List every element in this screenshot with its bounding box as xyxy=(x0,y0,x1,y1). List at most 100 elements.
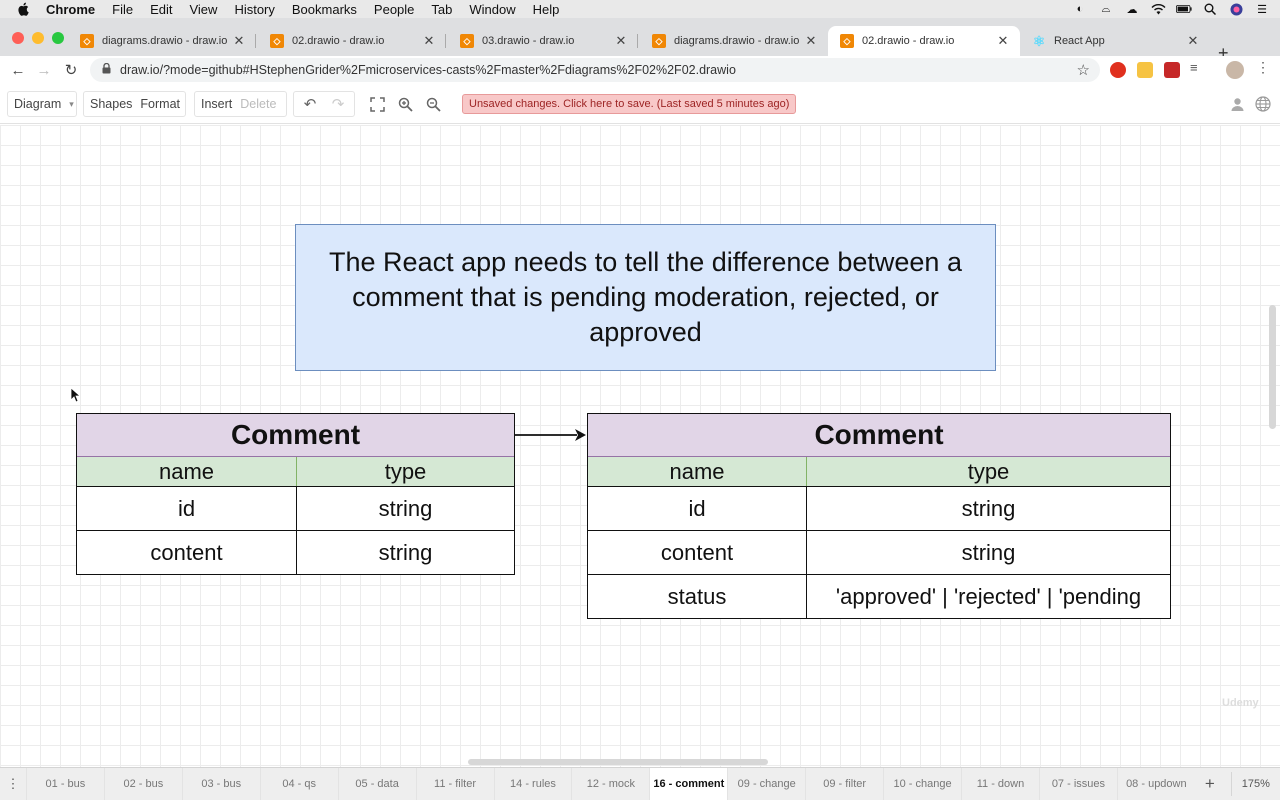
table-cell: string xyxy=(296,487,514,530)
page-tab[interactable]: 09 - change xyxy=(727,767,805,800)
fit-page-icon[interactable] xyxy=(368,95,386,113)
browser-tab[interactable]: ◇ diagrams.drawio - draw.io ✕ xyxy=(640,26,828,56)
zoom-window-button[interactable] xyxy=(52,32,64,44)
address-bar[interactable]: draw.io/?mode=github#HStephenGrider%2Fmi… xyxy=(90,58,1100,82)
url-text: draw.io/?mode=github#HStephenGrider%2Fmi… xyxy=(120,63,736,77)
header-cell: type xyxy=(296,457,514,486)
delete-button[interactable]: Delete xyxy=(240,97,276,111)
table-row: status 'approved' | 'rejected' | 'pendin… xyxy=(588,574,1170,618)
battery-icon[interactable] xyxy=(1176,3,1192,15)
glasses-icon[interactable]: ⌓ xyxy=(1098,3,1114,15)
history-group: ↶ ↷ xyxy=(293,91,355,117)
diagram-canvas[interactable]: The React app needs to tell the differen… xyxy=(0,125,1280,767)
search-icon[interactable] xyxy=(1202,3,1218,15)
browser-tab[interactable]: ◇ 03.drawio - draw.io ✕ xyxy=(448,26,638,56)
unsaved-changes-banner[interactable]: Unsaved changes. Click here to save. (La… xyxy=(462,94,797,114)
close-icon[interactable]: ✕ xyxy=(1186,33,1200,49)
page-tab[interactable]: 09 - filter xyxy=(805,767,883,800)
edit-group: Insert Delete xyxy=(194,91,287,117)
page-tab[interactable]: 04 - qs xyxy=(259,767,338,800)
close-icon[interactable]: ✕ xyxy=(422,33,436,49)
chevron-down-icon: ▾ xyxy=(69,98,74,109)
format-button[interactable]: Format xyxy=(140,97,180,111)
menu-view[interactable]: View xyxy=(189,2,217,17)
note-box[interactable]: The React app needs to tell the differen… xyxy=(295,224,996,371)
more-menu-icon[interactable]: ⋮ xyxy=(1256,59,1272,75)
comment-table-left[interactable]: Comment name type id string content stri… xyxy=(76,413,515,575)
menu-bookmarks[interactable]: Bookmarks xyxy=(292,2,357,17)
diagram-menu[interactable]: Diagram ▾ xyxy=(7,91,77,117)
table-title: Comment xyxy=(77,414,514,457)
redo-icon[interactable]: ↷ xyxy=(328,95,348,113)
menu-history[interactable]: History xyxy=(234,2,274,17)
page-tab[interactable]: 07 - issues xyxy=(1038,767,1117,800)
apple-icon[interactable] xyxy=(16,2,30,16)
opera-extension-icon[interactable] xyxy=(1110,62,1126,78)
tab-title: React App xyxy=(1054,35,1105,47)
close-window-button[interactable] xyxy=(12,32,24,44)
menu-help[interactable]: Help xyxy=(533,2,560,17)
sync-icon[interactable]: ◐ xyxy=(1072,3,1088,15)
menu-tab[interactable]: Tab xyxy=(431,2,452,17)
bookmark-star-icon[interactable]: ☆ xyxy=(1077,61,1090,79)
close-icon[interactable]: ✕ xyxy=(232,33,246,49)
forward-icon[interactable]: → xyxy=(34,60,54,80)
page-tab[interactable]: 08 - updown xyxy=(1116,767,1195,800)
close-icon[interactable]: ✕ xyxy=(996,33,1010,49)
language-globe-icon[interactable] xyxy=(1254,95,1272,113)
menu-window[interactable]: Window xyxy=(469,2,515,17)
back-icon[interactable]: ← xyxy=(8,60,28,80)
shield-extension-icon[interactable] xyxy=(1164,62,1180,78)
minimize-window-button[interactable] xyxy=(32,32,44,44)
menu-edit[interactable]: Edit xyxy=(150,2,172,17)
page-tab[interactable]: 12 - mock xyxy=(571,767,649,800)
lock-icon xyxy=(102,62,112,77)
page-tab[interactable]: 03 - bus xyxy=(181,767,260,800)
siri-icon[interactable] xyxy=(1228,3,1244,15)
add-page-button[interactable]: + xyxy=(1199,774,1221,794)
wifi-icon[interactable] xyxy=(1150,3,1166,15)
connector-arrow[interactable] xyxy=(515,425,587,445)
undo-icon[interactable]: ↶ xyxy=(300,95,320,113)
page-tab[interactable]: 05 - data xyxy=(337,767,416,800)
table-cell: id xyxy=(177,495,196,521)
close-icon[interactable]: ✕ xyxy=(614,33,628,49)
browser-tab[interactable]: ◇ diagrams.drawio - draw.io ✕ xyxy=(68,26,256,56)
browser-tab[interactable]: ◇ 02.drawio - draw.io ✕ xyxy=(258,26,446,56)
drawio-icon: ◇ xyxy=(460,34,474,48)
close-icon[interactable]: ✕ xyxy=(804,33,818,49)
table-title: Comment xyxy=(588,414,1170,457)
shapes-button[interactable]: Shapes xyxy=(90,97,132,111)
reload-icon[interactable]: ↻ xyxy=(61,60,81,80)
tab-title: diagrams.drawio - draw.io xyxy=(674,35,800,47)
page-tab[interactable]: 10 - change xyxy=(883,767,961,800)
menu-chrome[interactable]: Chrome xyxy=(46,2,95,17)
page-tab[interactable]: 01 - bus xyxy=(25,767,104,800)
zoom-out-icon[interactable] xyxy=(424,95,442,113)
pages-menu-icon[interactable]: ⋮ xyxy=(0,776,26,792)
zoom-in-icon[interactable] xyxy=(396,95,414,113)
drawio-icon: ◇ xyxy=(270,34,284,48)
extension-icon[interactable] xyxy=(1137,62,1153,78)
table-row: id string xyxy=(588,486,1170,530)
horizontal-scrollbar[interactable] xyxy=(468,759,768,765)
menu-file[interactable]: File xyxy=(112,2,133,17)
browser-tab[interactable]: ⚛ React App ✕ xyxy=(1020,26,1210,56)
tab-title: 03.drawio - draw.io xyxy=(482,35,575,47)
notification-center-icon[interactable]: ☰ xyxy=(1254,3,1270,16)
zoom-level[interactable]: 175% xyxy=(1230,772,1280,796)
page-tab[interactable]: 02 - bus xyxy=(103,767,182,800)
comment-table-right[interactable]: Comment name type id string content stri… xyxy=(587,413,1171,619)
cloud-icon[interactable]: ☁ xyxy=(1124,3,1140,16)
insert-button[interactable]: Insert xyxy=(201,97,232,111)
menu-people[interactable]: People xyxy=(374,2,414,17)
user-icon[interactable] xyxy=(1228,95,1246,113)
page-tab-active[interactable]: 16 - comment xyxy=(649,767,728,800)
page-tab[interactable]: 11 - down xyxy=(961,767,1039,800)
page-tab[interactable]: 11 - filter xyxy=(415,767,494,800)
vertical-scrollbar[interactable] xyxy=(1269,305,1276,429)
browser-tab-active[interactable]: ◇ 02.drawio - draw.io ✕ xyxy=(828,26,1020,56)
page-tab[interactable]: 14 - rules xyxy=(493,767,572,800)
reading-list-icon[interactable]: ≡ xyxy=(1190,60,1206,76)
avatar[interactable] xyxy=(1226,61,1244,79)
